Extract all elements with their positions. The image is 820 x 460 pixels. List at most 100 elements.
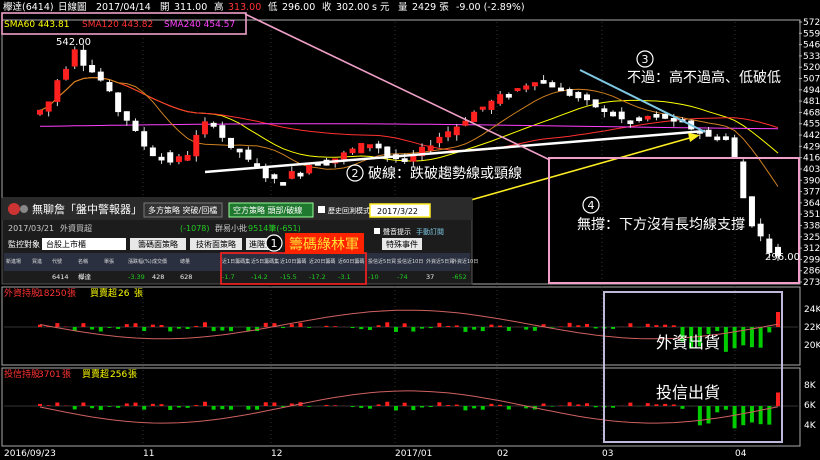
header-vol-label: 量 [398, 2, 408, 13]
x-tick-label: 11 [143, 449, 154, 459]
header-high-label: 高 [214, 1, 224, 13]
screener-title: 無聊詹「盤中警報器」 [32, 202, 142, 216]
buysell-bar [211, 327, 216, 332]
buysell-bar [255, 406, 260, 410]
price-tick-label: 325 [803, 233, 820, 243]
history-label: 歷史回測模式 [328, 206, 370, 215]
header-close-label: 收 [322, 1, 332, 13]
trust-axis-8k: 8K [804, 381, 817, 391]
screener-column-header: 近5日籌碼集 [251, 258, 279, 265]
candle [201, 121, 208, 135]
candle [566, 89, 573, 96]
price-tick-label: 455 [803, 120, 820, 130]
candle [384, 146, 391, 157]
candle [505, 93, 512, 98]
sma240-label: SMA240 454.57 [164, 20, 235, 30]
buysell-bar [437, 402, 442, 406]
buysell-bar [749, 327, 754, 348]
screener-column-header: 名稱 [78, 258, 88, 265]
alert-checkbox[interactable] [374, 228, 380, 234]
screener-column-header: 外資近5日買 [426, 258, 454, 265]
buysell-bar [393, 406, 398, 411]
stat-foreign-label: 外資買超 [60, 223, 92, 233]
screener-cell: -1.7 [222, 273, 235, 281]
price-tick-label: 312 [803, 244, 820, 254]
screener-cell: -3.39 [128, 273, 145, 281]
buysell-bar [463, 327, 468, 332]
buysell-bar [645, 403, 650, 406]
foreign-axis-22k: 22K [804, 323, 820, 333]
trust-axis-4k: 4K [804, 421, 817, 431]
screener-column-header: 投信近10日 [397, 258, 423, 265]
buysell-bar [133, 402, 138, 406]
buysell-bar [124, 403, 129, 406]
trust-holdings-label: 投信持股 [4, 368, 40, 380]
buysell-bar [55, 323, 60, 327]
buysell-bar [654, 404, 659, 406]
candle [636, 117, 643, 122]
screener-date-info: 2017/03/21 [8, 224, 54, 233]
candle [280, 182, 287, 186]
price-tick-label: 494 [803, 86, 820, 96]
screener-cell: 6414 [52, 273, 69, 281]
buysell-bar [498, 325, 503, 327]
price-tick-label: 403 [803, 165, 820, 175]
buysell-bar [741, 406, 746, 426]
foreign-axis-20k: 20K [804, 341, 820, 351]
screener-column-header: 近20日籌碼 [309, 258, 335, 265]
buysell-bar [202, 401, 207, 406]
buysell-bar [72, 406, 77, 410]
buysell-bar [428, 327, 433, 329]
candle [193, 134, 200, 157]
buysell-bar [715, 406, 720, 413]
buysell-bar [550, 406, 555, 407]
candle [471, 111, 478, 122]
header-currency: s 元 [372, 2, 390, 13]
price-tick-label: 429 [803, 142, 820, 152]
buysell-bar [367, 406, 372, 409]
candle [63, 68, 70, 80]
price-tick-label: 442 [803, 131, 820, 141]
candle [306, 164, 313, 174]
candle [115, 92, 122, 113]
price-tick-label: 533 [803, 52, 820, 62]
candle [175, 156, 182, 163]
header-low-label: 低 [268, 1, 278, 13]
buysell-bar [567, 322, 572, 327]
annotation-4-text: 無撐：下方沒有長均線支撐 [577, 216, 745, 233]
buysell-bar [90, 327, 95, 330]
stock-chart: 5725595465335205074944814684554424294164… [1, 1, 820, 459]
header-open-label: 開 [160, 2, 170, 13]
price-tick-label: 481 [803, 97, 820, 107]
screener-cell: -74 [397, 273, 408, 281]
buysell-bar [324, 404, 329, 406]
foreign-holdings-value: 18250 [38, 289, 67, 299]
candle [132, 120, 139, 131]
x-tick-label: 12 [271, 449, 282, 459]
price-tick-label: 390 [803, 176, 820, 186]
history-checkbox[interactable] [318, 206, 325, 213]
candle [123, 111, 130, 121]
buysell-bar [55, 402, 60, 406]
trust-outflow-text: 投信出貨 [656, 383, 720, 402]
screener-column-header: 近10日籌碼 [280, 258, 306, 265]
candle [453, 126, 460, 136]
buysell-bar [628, 323, 633, 327]
x-tick-label: 02 [497, 449, 508, 459]
candle [514, 88, 521, 92]
buysell-bar [446, 405, 451, 406]
buysell-bar [506, 406, 511, 410]
header-high: 313.00 [228, 2, 261, 13]
buysell-bar [749, 406, 754, 423]
header-change: -9.00 (-2.89%) [456, 2, 525, 13]
manual-subscribe-link[interactable]: 手動訂閱 [416, 227, 444, 236]
svg-text:台股上市櫃: 台股上市櫃 [46, 239, 86, 249]
buysell-bar [446, 325, 451, 327]
buysell-bar [480, 327, 485, 332]
candle [748, 196, 755, 227]
price-axis: 572559 546533520 507494481468 455442429 4164… [799, 18, 820, 288]
buysell-bar [289, 324, 294, 327]
screener-cell: 欅達 [78, 272, 92, 281]
buysell-bar [185, 327, 190, 330]
screener-cell: -652 [452, 273, 467, 281]
